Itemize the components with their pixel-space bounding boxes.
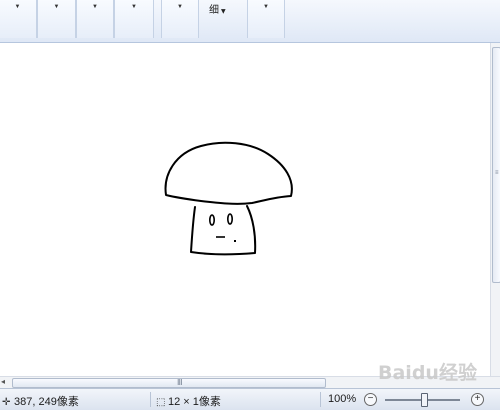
selection-size: ⬚ 12 × 1像素 [156, 393, 221, 409]
drawing-canvas[interactable] [0, 43, 490, 376]
selection-icon: ⬚ [156, 397, 166, 408]
crosshair-icon: ✛ [2, 397, 11, 408]
ribbon-dropdown-5[interactable]: ▼ [161, 0, 199, 38]
scroll-grip-icon: ≡ [495, 170, 499, 176]
dropdown-arrow-icon: ▼ [263, 4, 269, 10]
vertical-scroll-thumb[interactable]: ≡ [492, 47, 500, 283]
zoom-in-button[interactable]: + [471, 393, 484, 406]
zoom-level: 100% [328, 393, 357, 405]
cursor-position: ✛ 387, 249像素 [2, 393, 79, 409]
scroll-left-icon[interactable]: ◂ [1, 377, 5, 386]
dropdown-arrow-icon: ▼ [221, 8, 226, 15]
scroll-grip-icon: Ⅲ [177, 378, 183, 387]
zoom-out-button[interactable]: − [364, 393, 377, 406]
ribbon-dropdown-3[interactable]: ▼ [76, 0, 114, 38]
ribbon-dropdown-2[interactable]: ▼ [37, 0, 76, 38]
size-label: 细 [209, 5, 219, 16]
dropdown-arrow-icon: ▼ [177, 4, 183, 10]
horizontal-scroll-thumb[interactable]: Ⅲ [12, 378, 326, 388]
status-divider [320, 392, 321, 407]
cursor-position-text: 387, 249像素 [14, 396, 79, 408]
mushroom-drawing [164, 141, 293, 256]
status-divider [150, 392, 151, 407]
selection-size-text: 12 × 1像素 [168, 396, 221, 408]
zoom-slider-thumb[interactable] [421, 393, 428, 407]
vertical-scrollbar[interactable]: ≡ [490, 43, 500, 376]
size-dropdown[interactable]: 细 ▼ [209, 1, 226, 16]
ribbon-dropdown-6[interactable]: ▼ [247, 0, 285, 38]
ribbon-dropdown-1[interactable]: ▼ [0, 0, 37, 38]
ribbon-dropdown-4[interactable]: ▼ [114, 0, 154, 38]
dropdown-arrow-icon: ▼ [131, 4, 137, 10]
dropdown-arrow-icon: ▼ [14, 4, 21, 10]
dropdown-arrow-icon: ▼ [92, 4, 98, 10]
ribbon-toolbar: ▼ ▼ ▼ ▼ ▼ 细 ▼ ▼ [0, 0, 500, 43]
status-bar: ✛ 387, 249像素 ⬚ 12 × 1像素 100% − + [0, 388, 500, 410]
baidu-watermark-logo: Baidu经验 [378, 362, 477, 384]
dropdown-arrow-icon: ▼ [53, 4, 60, 10]
